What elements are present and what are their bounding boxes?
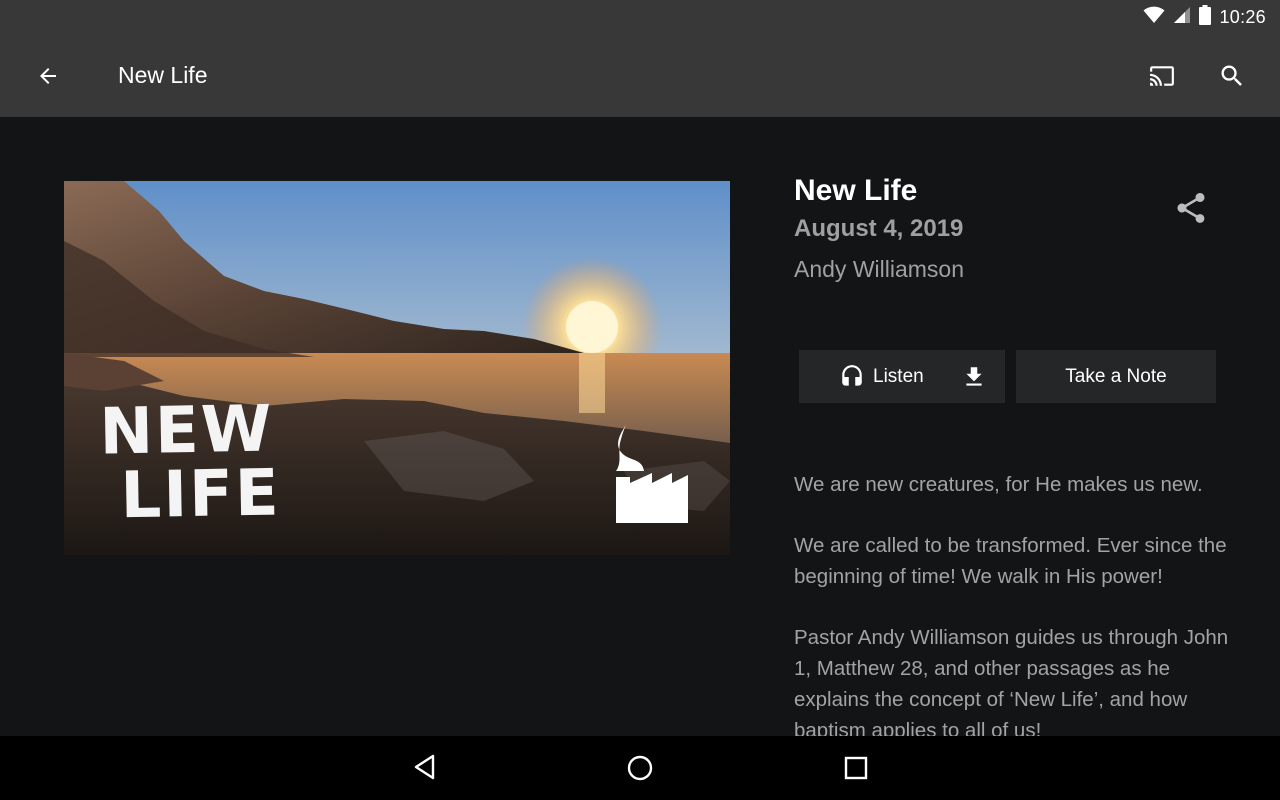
cast-icon (1150, 66, 1174, 86)
nav-back-button[interactable] (408, 750, 442, 784)
search-button[interactable] (1214, 58, 1250, 94)
description-paragraph-3: Pastor Andy Williamson guides us through… (794, 626, 1229, 736)
description-paragraph-2: We are called to be transformed. Ever si… (794, 534, 1227, 588)
description-paragraph-1: We are new creatures, for He makes us ne… (794, 473, 1203, 496)
sermon-speaker: Andy Williamson (794, 256, 964, 282)
listen-group: Listen (799, 350, 1005, 403)
sermon-detail-content: NEW LIFE New Life August 4, 2019 Andy Wi… (0, 117, 1280, 736)
nav-recents-button[interactable] (838, 750, 874, 786)
app-bar-title: New Life (118, 62, 208, 88)
sermon-title: New Life (794, 174, 918, 207)
nav-home-icon (627, 755, 653, 781)
sermon-actions: Listen Take a Note (799, 350, 1216, 403)
back-arrow-icon (40, 68, 56, 84)
wifi-icon (1143, 6, 1165, 29)
sermon-date: August 4, 2019 (794, 215, 964, 242)
artwork-title: NEW LIFE (99, 393, 282, 534)
sermon-description: We are new creatures, for He makes us ne… (794, 469, 1234, 736)
battery-icon (1199, 4, 1212, 30)
search-icon (1221, 65, 1242, 86)
download-button[interactable] (959, 362, 989, 392)
share-button[interactable] (1172, 189, 1210, 227)
sermon-info: New Life August 4, 2019 Andy Williamson (794, 173, 1234, 284)
sermon-artwork: NEW LIFE (64, 181, 730, 555)
headphones-icon (842, 364, 862, 386)
status-bar: 10:26 (0, 0, 1280, 34)
nav-back-icon (414, 754, 435, 780)
listen-button[interactable]: Listen (839, 350, 924, 403)
signal-icon (1173, 6, 1191, 29)
status-clock: 10:26 (1219, 6, 1266, 27)
status-icons: 10:26 (1143, 4, 1266, 30)
back-button[interactable] (30, 58, 66, 94)
nav-recents-icon (844, 756, 868, 780)
share-icon (1177, 193, 1205, 223)
church-logo-icon (616, 425, 688, 523)
app-bar: New Life (0, 34, 1280, 117)
cast-button[interactable] (1144, 58, 1180, 94)
take-note-button[interactable]: Take a Note (1016, 350, 1216, 403)
listen-label: Listen (873, 365, 924, 387)
artwork-title-line2: LIFE (119, 456, 282, 534)
download-icon (966, 367, 982, 386)
system-nav-bar (0, 736, 1280, 800)
nav-home-button[interactable] (622, 750, 658, 786)
